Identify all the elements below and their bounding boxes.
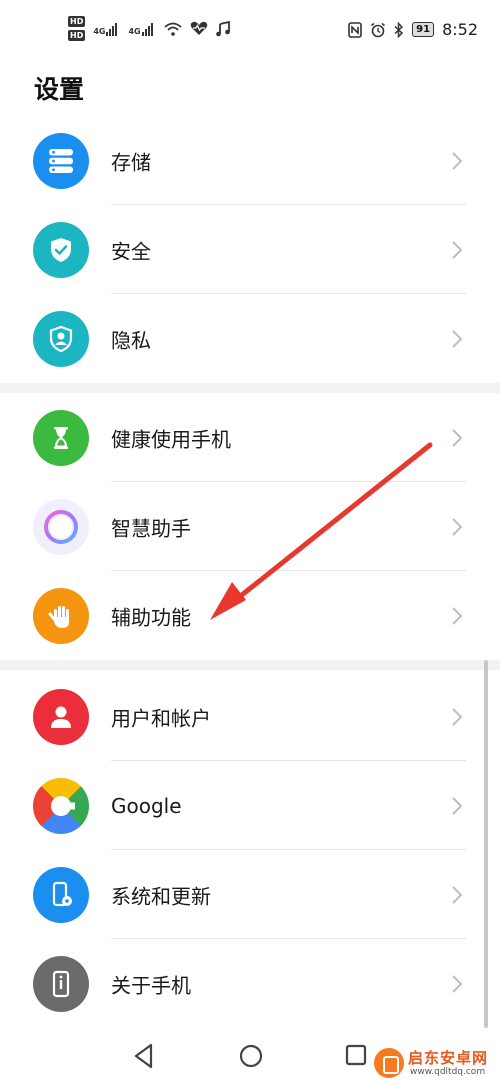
chevron-right-icon — [452, 606, 463, 625]
signal-1: 4G — [93, 22, 120, 36]
section-gap — [0, 660, 500, 670]
battery-level: 91 — [412, 22, 435, 37]
privacy-person-icon — [33, 310, 89, 367]
settings-item-label: 关于手机 — [111, 973, 191, 997]
alarm-icon — [371, 22, 386, 37]
chevron-right-icon — [452, 796, 463, 815]
chevron-right-icon — [452, 707, 463, 726]
assistant-ring-icon — [33, 498, 89, 555]
settings-group-3: 用户和帐户 Google 系统和更新 关于手机 — [0, 672, 500, 1028]
chevron-right-icon — [452, 240, 463, 259]
watermark: 启东安卓网 www.qdltdq.com — [370, 1044, 500, 1084]
storage-icon — [33, 132, 89, 189]
chevron-right-icon — [452, 329, 463, 348]
settings-item-system-update[interactable]: 系统和更新 — [0, 850, 500, 939]
settings-item-google[interactable]: Google — [0, 761, 500, 850]
signal-2: 4G — [128, 22, 155, 36]
signal-bars-icon — [141, 22, 153, 36]
watermark-text: 启东安卓网 — [408, 1049, 489, 1067]
bluetooth-icon — [394, 21, 404, 38]
settings-item-accessibility[interactable]: 辅助功能 — [0, 571, 500, 660]
wifi-icon — [164, 22, 182, 36]
scrollbar[interactable] — [484, 660, 488, 1028]
settings-group-1: 存储 安全 隐私 — [0, 116, 500, 393]
settings-item-label: 存储 — [111, 150, 151, 174]
settings-item-security[interactable]: 安全 — [0, 205, 500, 294]
hd-badge-1: HD — [68, 16, 86, 27]
settings-item-label: Google — [111, 793, 182, 818]
heart-rate-icon — [190, 21, 207, 35]
hourglass-icon — [33, 409, 89, 466]
hd-badge-2: HD — [68, 30, 86, 41]
user-icon — [33, 688, 89, 745]
network-type-2: 4G — [128, 26, 141, 36]
settings-item-storage[interactable]: 存储 — [0, 116, 500, 205]
clock-time: 8:52 — [442, 20, 478, 39]
watermark-url: www.qdltdq.com — [410, 1067, 486, 1077]
settings-item-label: 辅助功能 — [111, 605, 191, 629]
settings-item-label: 用户和帐户 — [111, 706, 211, 730]
chevron-right-icon — [452, 428, 463, 447]
settings-item-label: 系统和更新 — [111, 884, 211, 908]
shield-check-icon — [33, 221, 89, 278]
settings-item-label: 安全 — [111, 239, 151, 263]
hand-icon — [33, 587, 89, 644]
chevron-right-icon — [452, 974, 463, 993]
settings-item-digital-balance[interactable]: 健康使用手机 — [0, 393, 500, 482]
settings-item-users-accounts[interactable]: 用户和帐户 — [0, 672, 500, 761]
network-type-1: 4G — [93, 26, 106, 36]
status-bar: HD HD 4G 4G 91 8:52 — [0, 0, 500, 62]
settings-item-label: 智慧助手 — [111, 516, 191, 540]
hd-badges: HD HD — [68, 16, 86, 41]
settings-item-label: 健康使用手机 — [111, 427, 231, 451]
phone-info-icon — [33, 955, 89, 1012]
back-icon[interactable] — [132, 1042, 156, 1070]
phone-gear-icon — [33, 866, 89, 923]
chevron-right-icon — [452, 517, 463, 536]
settings-item-smart-assistant[interactable]: 智慧助手 — [0, 482, 500, 571]
home-icon[interactable] — [238, 1042, 264, 1070]
page-title: 设置 — [34, 75, 85, 104]
settings-group-2: 健康使用手机 智慧助手 辅助功能 — [0, 393, 500, 670]
settings-item-label: 隐私 — [111, 328, 151, 352]
chevron-right-icon — [452, 151, 463, 170]
signal-bars-icon — [106, 22, 118, 36]
watermark-logo-icon — [374, 1048, 404, 1078]
recent-apps-icon[interactable] — [344, 1042, 368, 1070]
chevron-right-icon — [452, 885, 463, 904]
music-note-icon — [215, 20, 230, 36]
settings-item-about-phone[interactable]: 关于手机 — [0, 939, 500, 1028]
google-icon — [33, 777, 89, 834]
section-gap — [0, 383, 500, 393]
nfc-icon — [348, 21, 362, 38]
settings-item-privacy[interactable]: 隐私 — [0, 294, 500, 383]
